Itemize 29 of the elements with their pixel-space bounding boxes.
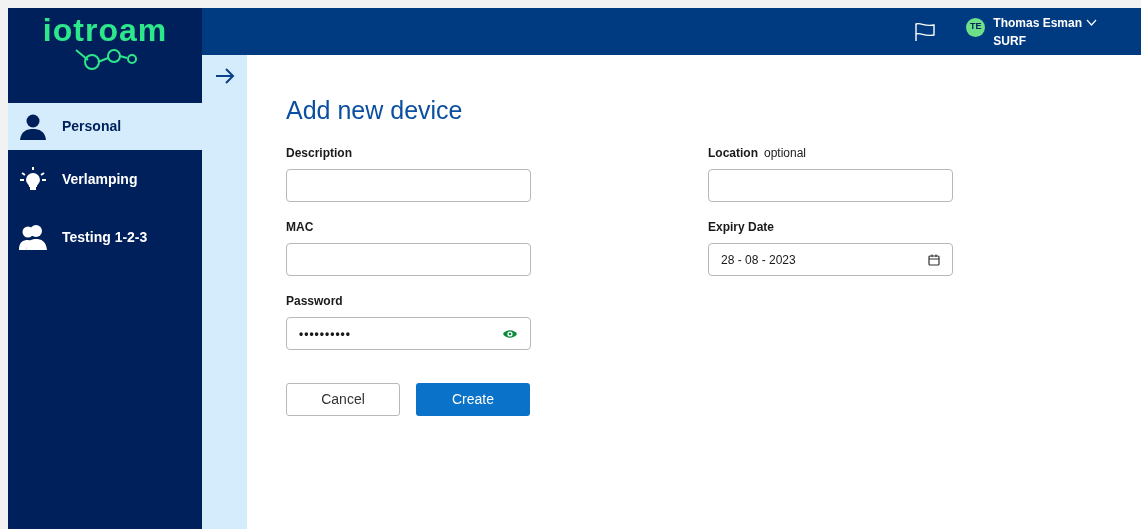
organization-name: SURF bbox=[993, 32, 1027, 50]
date-field[interactable]: 28 - 08 - 2023 bbox=[708, 243, 953, 276]
sidebar-item[interactable]: Verlamping bbox=[8, 150, 202, 208]
field-label: Description bbox=[286, 145, 352, 162]
user-avatar: TE bbox=[966, 17, 986, 37]
sidebar-item[interactable]: Personal bbox=[8, 103, 202, 150]
input-field[interactable] bbox=[286, 243, 531, 276]
chevron-down-icon[interactable] bbox=[1086, 19, 1097, 26]
sidebar-item[interactable]: Testing 1-2-3 bbox=[8, 208, 202, 266]
arrow-right-icon[interactable] bbox=[214, 67, 235, 85]
eye-icon[interactable] bbox=[502, 328, 518, 339]
optional-hint: optional bbox=[764, 145, 807, 162]
field-label: Expiry Date bbox=[708, 219, 775, 236]
lightbulb-icon bbox=[19, 166, 47, 192]
person-icon bbox=[19, 113, 47, 140]
input-field[interactable] bbox=[708, 169, 953, 202]
create-button[interactable]: Create bbox=[416, 383, 530, 416]
field-label: Location bbox=[708, 145, 758, 162]
field-label: MAC bbox=[286, 219, 314, 236]
cancel-button[interactable]: Cancel bbox=[286, 383, 400, 416]
calendar-icon[interactable] bbox=[928, 253, 940, 266]
logo-text: iotroam bbox=[42, 12, 168, 48]
people-icon bbox=[18, 224, 48, 250]
user-name[interactable]: Thomas Esman bbox=[993, 13, 1082, 32]
flag-icon[interactable] bbox=[914, 21, 937, 42]
password-field[interactable]: •••••••••• bbox=[286, 317, 531, 350]
field-label: Password bbox=[286, 293, 343, 310]
input-field[interactable] bbox=[286, 169, 531, 202]
page-title: Add new device bbox=[286, 95, 464, 125]
